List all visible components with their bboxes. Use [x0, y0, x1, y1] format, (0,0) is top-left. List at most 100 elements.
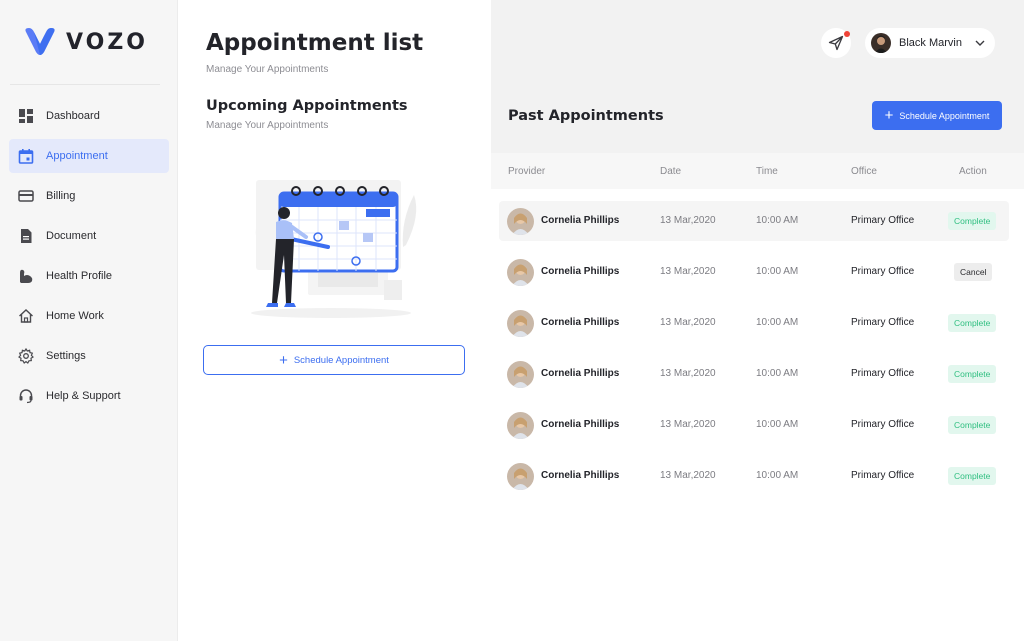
document-icon — [21, 229, 32, 243]
user-menu[interactable]: Black Marvin — [865, 28, 995, 58]
sidebar: VOZO Dashboard Appointment Billing Docum… — [0, 0, 178, 641]
appointment-time: 10:00 AM — [756, 215, 799, 226]
provider-avatar — [507, 361, 534, 388]
status-badge[interactable]: Complete — [948, 314, 997, 332]
brand-name: VOZO — [66, 29, 148, 55]
sidebar-item-health-profile[interactable]: Health Profile — [9, 259, 169, 293]
sidebar-item-label: Home Work — [46, 310, 104, 322]
credit-card-icon — [18, 190, 34, 202]
status-badge[interactable]: Complete — [948, 212, 997, 230]
column-header-time: Time — [756, 166, 778, 177]
status-badge[interactable]: Cancel — [954, 263, 993, 281]
table-header: Provider Date Time Office Action — [491, 153, 1024, 189]
sidebar-item-dashboard[interactable]: Dashboard — [9, 99, 169, 133]
appointment-date: 13 Mar,2020 — [660, 317, 716, 328]
user-avatar — [871, 33, 891, 53]
table-row[interactable]: Cornelia Phillips 13 Mar,2020 10:00 AM P… — [499, 405, 1009, 445]
provider-avatar — [507, 463, 534, 490]
sidebar-item-label: Help & Support — [46, 390, 121, 402]
gear-icon — [18, 348, 34, 364]
appointment-office: Primary Office — [851, 419, 915, 430]
column-header-provider: Provider — [508, 166, 546, 177]
table-row[interactable]: Cornelia Phillips 13 Mar,2020 10:00 AM P… — [499, 252, 1009, 292]
provider-name: Cornelia Phillips — [541, 215, 620, 226]
past-appointments-panel: Black Marvin Past Appointments + Schedul… — [491, 0, 1024, 641]
schedule-appointment-button[interactable]: + Schedule Appointment — [203, 345, 465, 375]
table-row[interactable]: Cornelia Phillips 13 Mar,2020 10:00 AM P… — [499, 303, 1009, 343]
sidebar-item-document[interactable]: Document — [9, 219, 169, 253]
appointment-office: Primary Office — [851, 266, 915, 277]
column-header-date: Date — [660, 166, 682, 177]
past-appointments-table: Provider Date Time Office Action Corneli… — [491, 153, 1024, 641]
sidebar-item-label: Appointment — [46, 150, 108, 162]
appointment-date: 13 Mar,2020 — [660, 470, 716, 481]
sidebar-item-label: Settings — [46, 350, 86, 362]
upcoming-subtitle: Manage Your Appointments — [206, 120, 329, 131]
chevron-down-icon — [975, 40, 985, 46]
sidebar-item-label: Billing — [46, 190, 76, 202]
schedule-appointment-primary-button[interactable]: + Schedule Appointment — [872, 101, 1002, 130]
notification-button[interactable] — [821, 28, 851, 58]
sidebar-item-home-work[interactable]: Home Work — [9, 299, 169, 333]
provider-avatar — [507, 259, 534, 286]
table-row[interactable]: Cornelia Phillips 13 Mar,2020 10:00 AM P… — [499, 201, 1009, 241]
home-icon — [19, 309, 33, 323]
schedule-appointment-label: Schedule Appointment — [293, 354, 389, 366]
calendar-icon — [18, 149, 34, 164]
page-title: Appointment list — [206, 30, 424, 56]
appointment-time: 10:00 AM — [756, 266, 799, 277]
plus-icon: + — [279, 351, 288, 369]
notification-dot — [844, 31, 850, 37]
sidebar-item-appointment[interactable]: Appointment — [9, 139, 169, 173]
headset-icon — [19, 389, 33, 404]
user-name: Black Marvin — [899, 37, 962, 49]
provider-name: Cornelia Phillips — [541, 266, 620, 277]
appointment-time: 10:00 AM — [756, 368, 799, 379]
provider-name: Cornelia Phillips — [541, 368, 620, 379]
calendar-illustration — [251, 180, 417, 318]
sidebar-item-label: Dashboard — [46, 110, 100, 122]
column-header-action: Action — [959, 166, 987, 177]
status-badge[interactable]: Complete — [948, 416, 997, 434]
appointment-office: Primary Office — [851, 317, 915, 328]
appointment-time: 10:00 AM — [756, 317, 799, 328]
appointment-office: Primary Office — [851, 470, 915, 481]
appointment-date: 13 Mar,2020 — [660, 368, 716, 379]
plus-icon: + — [884, 107, 894, 124]
appointment-date: 13 Mar,2020 — [660, 419, 716, 430]
provider-name: Cornelia Phillips — [541, 317, 620, 328]
sidebar-item-billing[interactable]: Billing — [9, 179, 169, 213]
appointment-date: 13 Mar,2020 — [660, 215, 716, 226]
past-appointments-title: Past Appointments — [508, 108, 664, 124]
provider-avatar — [507, 310, 534, 337]
appointment-office: Primary Office — [851, 215, 915, 226]
sidebar-item-label: Health Profile — [46, 270, 113, 282]
sidebar-nav: Dashboard Appointment Billing Document H… — [9, 99, 169, 419]
provider-name: Cornelia Phillips — [541, 470, 620, 481]
provider-avatar — [507, 412, 534, 439]
appointment-date: 13 Mar,2020 — [660, 266, 716, 277]
provider-avatar — [507, 208, 534, 235]
provider-name: Cornelia Phillips — [541, 419, 620, 430]
appointment-list-panel: Appointment list Manage Your Appointment… — [178, 0, 491, 641]
appointment-office: Primary Office — [851, 368, 915, 379]
muscle-icon — [20, 269, 33, 283]
sidebar-item-settings[interactable]: Settings — [9, 339, 169, 373]
upcoming-title: Upcoming Appointments — [206, 98, 408, 114]
appointment-time: 10:00 AM — [756, 419, 799, 430]
column-header-office: Office — [851, 166, 877, 177]
send-icon — [828, 35, 844, 51]
divider — [10, 84, 160, 85]
status-badge[interactable]: Complete — [948, 365, 997, 383]
table-row[interactable]: Cornelia Phillips 13 Mar,2020 10:00 AM P… — [499, 354, 1009, 394]
appointment-time: 10:00 AM — [756, 470, 799, 481]
status-badge[interactable]: Complete — [948, 467, 997, 485]
sidebar-item-help-support[interactable]: Help & Support — [9, 379, 169, 413]
schedule-appointment-label: Schedule Appointment — [899, 110, 990, 121]
logo[interactable]: VOZO — [22, 26, 148, 58]
dashboard-icon — [19, 109, 33, 123]
sidebar-item-label: Document — [46, 230, 97, 242]
vozo-logo-icon — [25, 28, 55, 55]
table-row[interactable]: Cornelia Phillips 13 Mar,2020 10:00 AM P… — [499, 456, 1009, 496]
page-subtitle: Manage Your Appointments — [206, 64, 329, 75]
